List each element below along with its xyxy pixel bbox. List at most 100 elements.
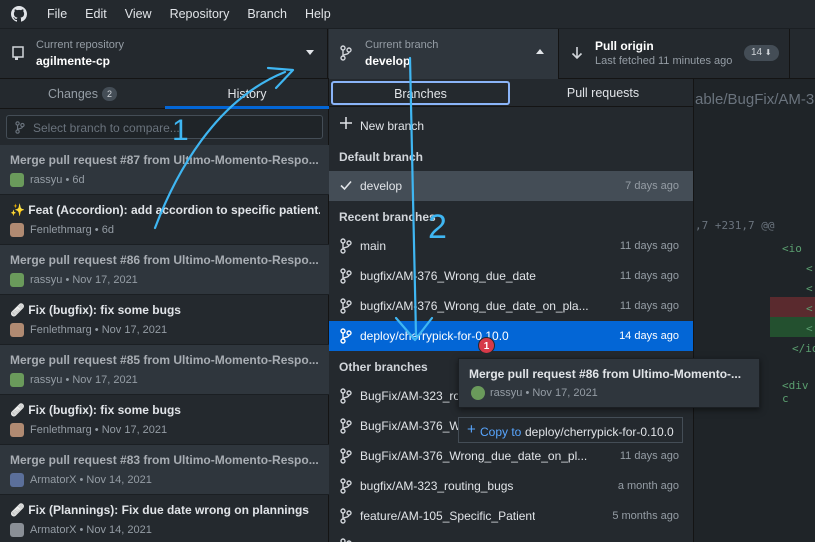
tooltip-meta: rassyu • Nov 17, 2021 bbox=[490, 387, 598, 399]
branch-item[interactable]: bugfix/AM-376_Wrong_due_date_on_pla... 11… bbox=[329, 291, 693, 321]
tab-pull-requests[interactable]: Pull requests bbox=[512, 79, 693, 107]
commit-meta: rassyu • Nov 17, 2021 bbox=[30, 274, 138, 286]
menu-view[interactable]: View bbox=[116, 0, 161, 29]
commit-meta: Fenlethmarg • 6d bbox=[30, 224, 114, 236]
tab-underline bbox=[165, 106, 329, 109]
avatar bbox=[10, 273, 24, 287]
commit-meta: rassyu • 6d bbox=[30, 174, 85, 186]
branch-item[interactable]: main 11 days ago bbox=[329, 231, 693, 261]
recent-branches-header: Recent branches bbox=[339, 210, 436, 224]
branch-item[interactable]: bugfix/AM-323_routing_bugs a month ago bbox=[329, 471, 693, 501]
avatar bbox=[471, 386, 485, 400]
menu-file[interactable]: File bbox=[38, 0, 76, 29]
commit-meta: Fenlethmarg • Nov 17, 2021 bbox=[30, 324, 168, 336]
avatar bbox=[10, 323, 24, 337]
changes-count-badge: 2 bbox=[102, 87, 118, 101]
branch-icon bbox=[340, 448, 352, 467]
tooltip-title: Merge pull request #86 from Ultimo-Momen… bbox=[469, 367, 742, 381]
commit-title: 🩹 Fix (bugfix): fix some bugs bbox=[10, 403, 181, 417]
branch-icon bbox=[340, 418, 352, 437]
branch-icon bbox=[340, 478, 352, 497]
code-line: <io bbox=[782, 242, 802, 255]
branch-age: a month ago bbox=[617, 480, 679, 492]
default-branch-header: Default branch bbox=[339, 150, 424, 164]
dropdown-tabs: Branches Pull requests bbox=[329, 79, 693, 107]
branch-item[interactable]: BugFix/AM-376_Wrong_due_date_on_pl... 11 … bbox=[329, 441, 693, 471]
github-logo-icon bbox=[0, 0, 38, 29]
avatar bbox=[10, 373, 24, 387]
avatar bbox=[10, 523, 24, 537]
branch-item-partial[interactable] bbox=[329, 531, 693, 542]
branch-name: main bbox=[360, 239, 387, 253]
history-item[interactable]: 🩹 Fix (bugfix): fix some bugs Fenlethmarg… bbox=[0, 395, 329, 445]
new-branch-button[interactable]: New branch bbox=[329, 111, 693, 141]
code-line: < bbox=[806, 262, 813, 275]
pull-label: Pull origin bbox=[595, 39, 654, 53]
repo-value: agilmente-cp bbox=[36, 54, 111, 68]
menu-repository[interactable]: Repository bbox=[161, 0, 239, 29]
drag-commit-tooltip: Merge pull request #86 from Ultimo-Momen… bbox=[458, 358, 760, 408]
avatar bbox=[10, 423, 24, 437]
tab-changes[interactable]: Changes 2 bbox=[0, 79, 165, 109]
menu-edit[interactable]: Edit bbox=[76, 0, 116, 29]
history-item[interactable]: 🩹 Fix (Plannings): Fix due date wrong on… bbox=[0, 495, 329, 542]
branch-value: develop bbox=[365, 54, 411, 68]
branch-icon bbox=[340, 45, 352, 64]
branch-icon bbox=[340, 298, 352, 317]
plus-icon bbox=[340, 117, 352, 132]
branch-age: 11 days ago bbox=[619, 450, 679, 462]
history-item[interactable]: Merge pull request #85 from Ultimo-Momen… bbox=[0, 345, 329, 395]
commit-title: 🩹 Fix (Plannings): Fix due date wrong on… bbox=[10, 503, 309, 517]
history-list: Merge pull request #87 from Ultimo-Momen… bbox=[0, 145, 329, 542]
branch-item[interactable]: feature/AM-105_Specific_Patient 5 months … bbox=[329, 501, 693, 531]
branch-age: 5 months ago bbox=[612, 510, 679, 522]
menu-branch[interactable]: Branch bbox=[238, 0, 296, 29]
code-line: < bbox=[806, 322, 813, 335]
branch-icon bbox=[340, 328, 352, 347]
commit-title: Merge pull request #86 from Ultimo-Momen… bbox=[10, 253, 319, 267]
branch-item-develop[interactable]: develop 7 days ago bbox=[329, 171, 693, 201]
history-item[interactable]: ✨ Feat (Accordion): add accordion to spe… bbox=[0, 195, 329, 245]
copy-to-branch-hint: + Copy to deploy/cherrypick-for-0.10.0 bbox=[458, 417, 683, 443]
commit-meta: Fenlethmarg • Nov 17, 2021 bbox=[30, 424, 168, 436]
other-branches-header: Other branches bbox=[339, 360, 428, 374]
branch-name: feature/AM-105_Specific_Patient bbox=[360, 509, 536, 523]
branch-age: 11 days ago bbox=[619, 240, 679, 252]
file-path: able/BugFix/AM-38 bbox=[695, 91, 815, 108]
branch-item[interactable]: deploy/cherrypick-for-0.10.0 14 days ago bbox=[329, 321, 693, 351]
branch-dropdown: Branches Pull requests New branch Defaul… bbox=[329, 79, 694, 542]
pull-origin-button[interactable]: Pull origin Last fetched 11 minutes ago … bbox=[560, 29, 790, 79]
branch-name: BugFix/AM-376_W bbox=[360, 419, 461, 433]
branch-name: BugFix/AM-376_Wrong_due_date_on_pl... bbox=[360, 449, 588, 463]
commit-meta: rassyu • Nov 17, 2021 bbox=[30, 374, 138, 386]
current-repository-button[interactable]: Current repository agilmente-cp bbox=[0, 29, 328, 79]
tab-branches[interactable]: Branches bbox=[331, 81, 510, 105]
menu-help[interactable]: Help bbox=[296, 0, 340, 29]
chevron-down-icon bbox=[306, 50, 314, 55]
avatar bbox=[10, 173, 24, 187]
branch-compare-input[interactable]: Select branch to compare... bbox=[6, 115, 323, 139]
new-branch-label: New branch bbox=[360, 119, 425, 133]
tab-history[interactable]: History bbox=[165, 79, 329, 109]
commit-title: Merge pull request #87 from Ultimo-Momen… bbox=[10, 153, 319, 167]
history-item[interactable]: Merge pull request #83 from Ultimo-Momen… bbox=[0, 445, 329, 495]
repo-label: Current repository bbox=[36, 39, 125, 51]
plus-icon: + bbox=[467, 421, 476, 438]
commit-title: Merge pull request #83 from Ultimo-Momen… bbox=[10, 453, 319, 467]
commit-title: ✨ Feat (Accordion): add accordion to spe… bbox=[10, 203, 320, 217]
check-icon bbox=[340, 179, 352, 194]
history-item[interactable]: Merge pull request #86 from Ultimo-Momen… bbox=[0, 245, 329, 295]
branch-icon bbox=[15, 121, 25, 137]
branch-name: bugfix/AM-376_Wrong_due_date bbox=[360, 269, 536, 283]
branch-item[interactable]: bugfix/AM-376_Wrong_due_date 11 days ago bbox=[329, 261, 693, 291]
branch-age: 14 days ago bbox=[619, 330, 679, 342]
history-item[interactable]: Merge pull request #87 from Ultimo-Momen… bbox=[0, 145, 329, 195]
arrow-down-icon bbox=[571, 46, 583, 63]
current-branch-button[interactable]: Current branch develop bbox=[329, 29, 559, 79]
branch-age: 11 days ago bbox=[619, 300, 679, 312]
avatar bbox=[10, 473, 24, 487]
code-line: </io bbox=[792, 342, 815, 355]
sidebar-tabs: Changes 2 History bbox=[0, 79, 329, 109]
history-item[interactable]: 🩹 Fix (bugfix): fix some bugs Fenlethmarg… bbox=[0, 295, 329, 345]
hunk-header: ,7 +231,7 @@ bbox=[695, 219, 775, 232]
